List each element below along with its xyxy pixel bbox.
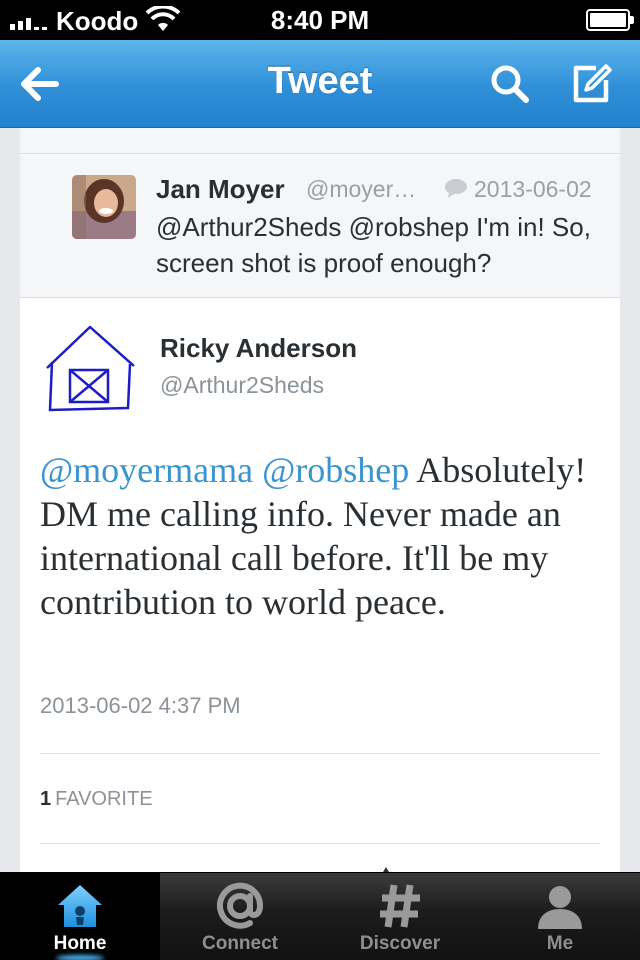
favorite-label: FAVORITE [55,788,153,810]
compose-button[interactable] [566,58,618,110]
tab-label: Me [546,933,574,954]
divider [40,843,600,844]
nav-bar: Tweet [0,40,640,128]
mention-link[interactable]: @robshep [262,450,409,490]
mention-link[interactable]: @moyermama [40,450,253,490]
tab-label: Connect [202,933,278,954]
favorite-count: 1 [40,788,52,810]
author-handle[interactable]: @Arthur2Sheds [160,372,324,399]
tab-discover[interactable]: Discover [320,873,480,960]
active-tab-indicator [56,955,104,960]
reply-author-handle: @moyer… [306,176,417,202]
avatar[interactable] [72,175,136,239]
reply-author-name[interactable]: Jan Moyer [156,174,285,205]
shed-avatar[interactable] [42,322,138,414]
tweet-timestamp: 2013-06-02 4:37 PM [40,693,241,718]
tab-connect[interactable]: Connect [160,873,320,960]
hash-icon [380,884,420,928]
tweet-card: Jan Moyer @moyer… 2013-06-02 @Arthur2She… [20,128,620,872]
divider [40,753,600,754]
in-reply-to-tweet[interactable]: Jan Moyer @moyer… 2013-06-02 @Arthur2She… [20,155,620,298]
page-title: Tweet [267,60,373,102]
at-icon [217,882,264,929]
card-top-strip [20,128,620,154]
status-bar: Koodo 8:40 PM [0,0,640,40]
status-time: 8:40 PM [270,5,370,35]
reply-bubble-icon [445,179,467,198]
compose-icon [573,64,612,103]
reply-date: 2013-06-02 [474,176,592,202]
reply-text: @Arthur2Sheds @robshep I'm in! So, scree… [156,212,591,278]
author-name[interactable]: Ricky Anderson [160,333,357,364]
tab-label: Discover [359,933,441,954]
tab-label: Home [53,933,107,954]
tweet-text: @moyermama @robshep Absolutely! DM me ca… [40,448,606,624]
tab-bar: Home Connect Discover Me [0,872,640,960]
search-button[interactable] [484,58,536,110]
battery-icon [586,9,634,31]
tweet-detail: Jan Moyer @moyer… 2013-06-02 @Arthur2She… [0,128,640,872]
tab-me[interactable]: Me [480,873,640,960]
home-icon [58,885,102,927]
person-icon [538,886,582,929]
favorite-count-row[interactable]: 1 FAVORITE [40,788,153,811]
tab-home[interactable]: Home [0,873,160,960]
search-icon [491,65,529,103]
